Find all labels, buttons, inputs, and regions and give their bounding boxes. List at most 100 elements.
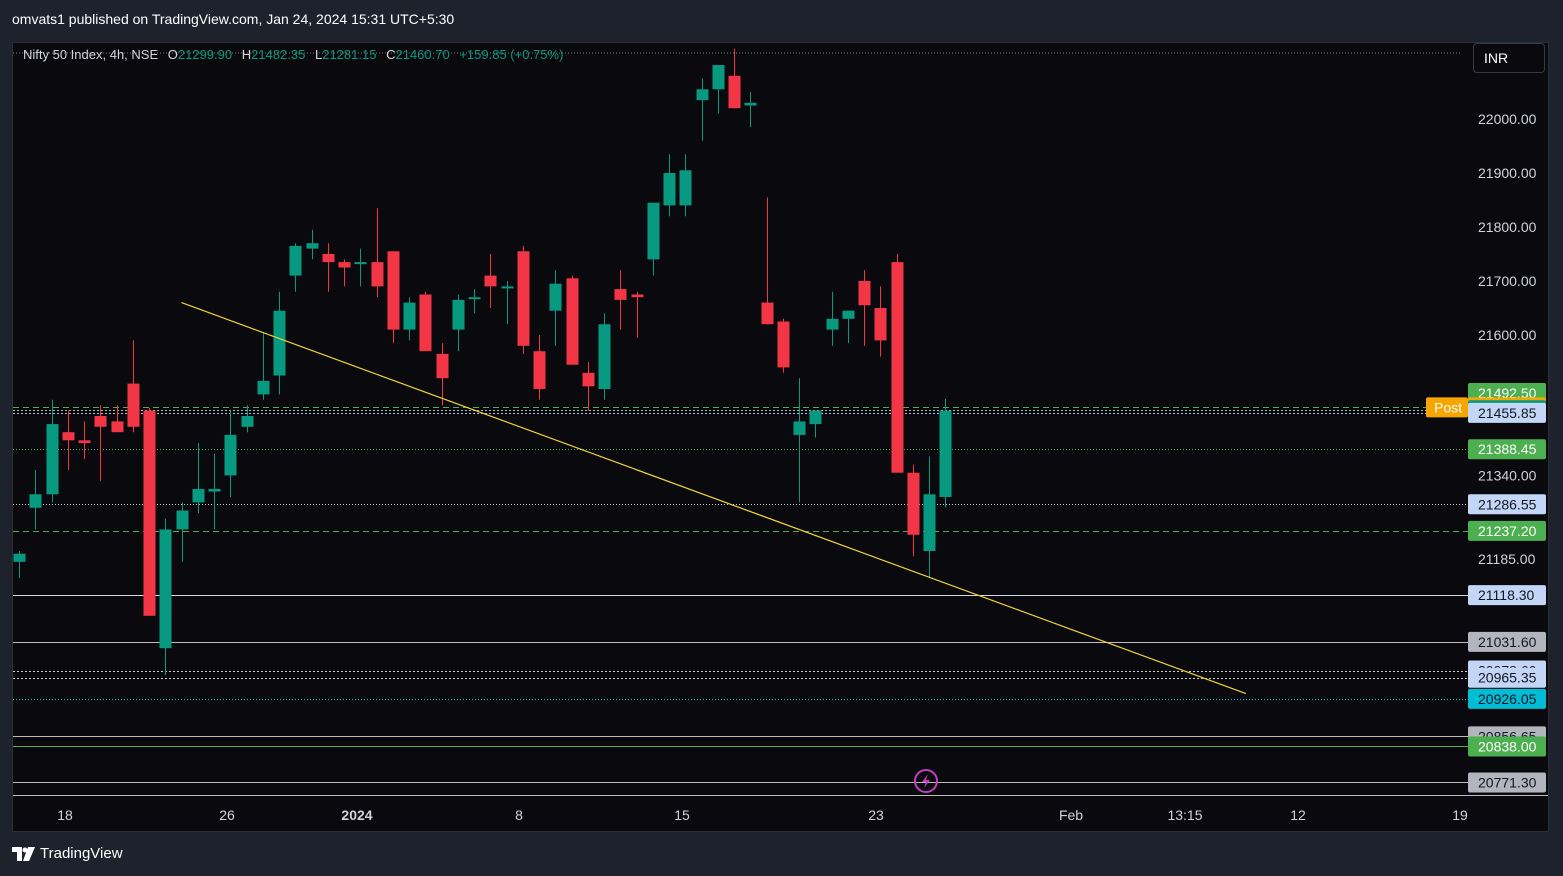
candle-body xyxy=(907,472,920,535)
price-labels: 21492.5021465.90Post21460.7021455.852138… xyxy=(1426,383,1546,793)
candle-40 xyxy=(663,154,676,217)
candle-39 xyxy=(647,202,660,276)
candle-51 xyxy=(842,310,855,344)
time-tick-label: 19 xyxy=(1452,807,1468,823)
candle-26 xyxy=(436,343,449,406)
candle-10 xyxy=(176,502,189,562)
candle-body xyxy=(777,321,790,368)
time-tick-label: 15 xyxy=(674,807,690,823)
candle-24 xyxy=(403,297,416,341)
open-value: 21299.90 xyxy=(177,47,233,62)
price-tick-label: 21900.00 xyxy=(1478,165,1537,181)
time-tick-label: 26 xyxy=(219,807,235,823)
price-tick-label: 21800.00 xyxy=(1478,219,1537,235)
candle-30 xyxy=(501,281,514,325)
high-label: H xyxy=(241,47,252,62)
candle-52 xyxy=(858,270,871,346)
candle-body xyxy=(858,281,871,306)
time-tick-label: 23 xyxy=(868,807,884,823)
candle-0 xyxy=(13,551,26,578)
candle-body xyxy=(793,421,806,435)
symbol-title: Nifty 50 Index, 4h, NSE xyxy=(23,47,159,62)
price-label-11: 20926.05 xyxy=(1468,688,1546,709)
candle-body xyxy=(679,170,692,206)
candle-body xyxy=(159,529,172,649)
candle-41 xyxy=(679,154,692,217)
candle-body xyxy=(192,488,205,503)
candle-body xyxy=(143,410,156,616)
candle-46 xyxy=(761,197,774,325)
candle-17 xyxy=(289,243,302,292)
candle-body xyxy=(923,494,936,551)
candle-31 xyxy=(517,245,530,354)
trendline-layer xyxy=(181,302,1247,695)
candle-36 xyxy=(598,313,611,400)
candle-body xyxy=(419,294,432,352)
price-label-5: 21286.55 xyxy=(1468,494,1546,515)
currency-button[interactable]: INR xyxy=(1473,43,1545,73)
candle-body xyxy=(712,65,725,90)
candle-28 xyxy=(468,289,481,314)
candle-6 xyxy=(111,405,124,433)
candle-body xyxy=(517,251,530,346)
candle-42 xyxy=(696,78,709,141)
price-chart[interactable]: 22000.00 21900.00 21800.00 21700.00 21600.00… xyxy=(13,43,1549,832)
price-label-text: 21237.20 xyxy=(1478,523,1537,539)
price-label-text: 21118.30 xyxy=(1478,587,1535,603)
candle-body xyxy=(809,410,822,425)
price-label-3: 21455.85 xyxy=(1468,402,1546,423)
change-value: +159.85 (+0.75%) xyxy=(459,47,564,62)
candle-1 xyxy=(29,470,42,530)
candle-body xyxy=(436,353,449,379)
alert-lightning-icon[interactable] xyxy=(914,769,938,793)
price-label-6: 21237.20 xyxy=(1468,520,1546,541)
candle-body xyxy=(663,173,676,206)
tradingview-brand: TradingView xyxy=(40,845,123,862)
low-value: 21281.15 xyxy=(322,47,377,62)
trendline[interactable] xyxy=(181,302,1247,695)
candle-body xyxy=(598,324,611,389)
candle-body xyxy=(939,410,952,497)
candle-body xyxy=(289,245,302,276)
price-tick-label: 21700.00 xyxy=(1478,273,1537,289)
candle-23 xyxy=(387,251,400,344)
candle-53 xyxy=(874,286,887,357)
candle-11 xyxy=(192,443,205,514)
candle-55 xyxy=(907,464,920,557)
candle-45 xyxy=(744,92,757,128)
candle-body xyxy=(842,310,855,319)
candle-15 xyxy=(257,332,270,400)
price-label-8: 21031.60 xyxy=(1468,631,1546,652)
candle-37 xyxy=(614,270,627,330)
candle-body xyxy=(387,251,400,330)
candle-48 xyxy=(793,378,806,503)
time-tick-label: 2024 xyxy=(341,807,372,823)
price-label-text: 20965.35 xyxy=(1478,670,1537,686)
candle-body xyxy=(257,380,270,395)
candle-body xyxy=(94,416,107,427)
candle-13 xyxy=(224,410,237,497)
candle-2 xyxy=(46,399,59,503)
price-tag-text: Post xyxy=(1434,399,1462,415)
time-axis: 18 26 2024 8 15 23 Feb 13:15 12 19 xyxy=(13,795,1548,823)
horizontal-lines xyxy=(13,52,1469,783)
candle-body xyxy=(631,294,644,298)
candle-5 xyxy=(94,405,107,481)
candle-body xyxy=(13,553,26,562)
price-label-text: 21031.60 xyxy=(1478,634,1537,650)
candle-body xyxy=(452,299,465,330)
price-tick-label: 21340.00 xyxy=(1478,467,1537,483)
price-label-13: 20838.00 xyxy=(1468,736,1546,757)
chart-pane[interactable]: 22000.00 21900.00 21800.00 21700.00 21600.00… xyxy=(12,42,1549,832)
candle-50 xyxy=(826,291,839,346)
candle-body xyxy=(468,297,481,300)
time-tick-label: 13:15 xyxy=(1167,807,1202,823)
candle-14 xyxy=(241,405,254,433)
high-value: 21482.35 xyxy=(251,47,306,62)
candle-body xyxy=(273,310,286,376)
candle-49 xyxy=(809,410,822,438)
candle-body xyxy=(484,275,497,287)
tradingview-logo[interactable]: TradingView xyxy=(12,845,123,862)
price-label-10: 20965.35 xyxy=(1468,667,1546,688)
candle-34 xyxy=(566,275,579,365)
